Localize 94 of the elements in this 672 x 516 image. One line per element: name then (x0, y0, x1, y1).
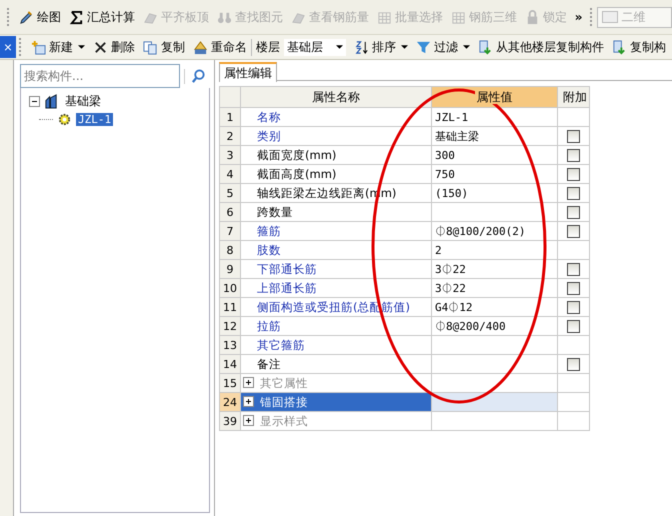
property-value[interactable]: (150) (432, 184, 558, 202)
caret-icon (336, 45, 343, 49)
property-name: 备注 (240, 354, 432, 374)
property-name: 下部通长筋 (240, 260, 432, 278)
column-header: 属性名称 (240, 86, 432, 108)
property-name: 跨数量 (240, 202, 432, 222)
search-icon (184, 68, 206, 84)
checkbox[interactable] (567, 148, 580, 162)
property-value[interactable]: 3⏀22 (432, 260, 558, 278)
toolbar-button[interactable]: 排序 (350, 38, 412, 56)
toolbar-button[interactable]: 从其他楼层复制构件 (474, 38, 608, 56)
copy-icon (143, 40, 158, 54)
row-number: 13 (220, 336, 240, 354)
property-name: 拉筋 (240, 316, 432, 336)
property-value[interactable]: 750 (432, 164, 558, 184)
row-number: 8 (220, 240, 240, 260)
gear-icon (57, 112, 72, 126)
filter-icon (416, 40, 431, 54)
toolbar-button[interactable]: 复制构 (608, 38, 670, 56)
property-name: 肢数 (240, 240, 432, 260)
property-name: 类别 (240, 126, 432, 146)
checkbox[interactable] (567, 320, 580, 332)
checkbox[interactable] (567, 262, 580, 276)
close-button[interactable]: × (0, 36, 16, 58)
row-number: 5 (220, 184, 240, 202)
expand-icon[interactable] (243, 376, 254, 388)
row-number: 3 (220, 146, 240, 164)
checkbox[interactable] (567, 300, 580, 314)
search-field[interactable]: 搜索构件... (20, 64, 180, 88)
property-value[interactable]: ⏀8@200/400 (432, 316, 558, 336)
pen-icon (18, 10, 34, 24)
toolbar-button[interactable]: 复制 (139, 38, 189, 56)
row-number: 4 (220, 164, 240, 184)
property-value[interactable]: JZL-1 (432, 108, 558, 126)
row-number: 1 (220, 108, 240, 126)
checkbox[interactable] (567, 186, 580, 200)
row-number: 9 (220, 260, 240, 278)
toolbar-button[interactable]: 过滤 (412, 38, 474, 56)
checkbox[interactable] (567, 282, 580, 294)
grid-icon (376, 10, 392, 24)
checkbox[interactable] (567, 206, 580, 218)
checkbox[interactable] (567, 224, 580, 238)
property-name: 箍筋 (240, 222, 432, 240)
row-number: 39 (220, 412, 240, 430)
expand-icon[interactable] (243, 396, 254, 406)
row-number: 7 (220, 222, 240, 240)
floor-dropdown[interactable]: 基础层 (284, 38, 346, 56)
sigma-icon (68, 10, 84, 24)
sort-icon (354, 40, 369, 54)
toolbar-button[interactable]: 新建 (27, 38, 89, 56)
tree-item[interactable]: 基础梁 (63, 92, 103, 110)
checkbox[interactable] (567, 358, 580, 370)
property-value[interactable] (432, 354, 558, 374)
property-value[interactable]: 3⏀22 (432, 278, 558, 298)
group-row[interactable]: 显示样式 (240, 412, 432, 430)
checkbox[interactable] (567, 130, 580, 142)
tree-item[interactable]: JZL-1 (76, 112, 114, 126)
toolbar-button[interactable]: 删除 (89, 38, 139, 56)
row-number: 12 (220, 316, 240, 336)
cross-icon (93, 40, 108, 54)
property-value[interactable]: ⏀8@100/200(2) (432, 222, 558, 240)
toolbar-button[interactable]: 重命名 (189, 38, 251, 56)
row-number: 14 (220, 354, 240, 374)
toolbar-button[interactable]: 绘图 (14, 8, 65, 26)
property-value[interactable] (432, 202, 558, 222)
property-name: 其它箍筋 (240, 336, 432, 354)
property-value[interactable]: 2 (432, 240, 558, 260)
row-number: 15 (220, 374, 240, 392)
toolbar-button[interactable]: 汇总计算 (64, 8, 139, 26)
property-value[interactable]: G4⏀12 (432, 298, 558, 316)
row-number: 24 (220, 392, 240, 412)
new-icon (31, 40, 46, 54)
property-value[interactable]: 基础主梁 (432, 126, 558, 146)
property-name: 上部通长筋 (240, 278, 432, 298)
column-header: 属性值 (432, 86, 558, 108)
row-number: 6 (220, 202, 240, 222)
group-row[interactable]: 锚固搭接 (240, 392, 432, 412)
collapse-icon[interactable] (29, 96, 40, 106)
property-name: 截面高度(mm) (240, 164, 432, 184)
tab[interactable]: 属性编辑 (219, 62, 277, 82)
checkbox[interactable] (567, 168, 580, 180)
property-name: 截面宽度(mm) (240, 146, 432, 164)
row-number: 11 (220, 298, 240, 316)
property-value[interactable] (432, 336, 558, 354)
property-value[interactable]: 300 (432, 146, 558, 164)
grid-icon (450, 10, 466, 24)
row-number: 2 (220, 126, 240, 146)
property-name: 名称 (240, 108, 432, 126)
column-header: 附加 (558, 86, 590, 108)
row-number: 10 (220, 278, 240, 298)
overflow-button[interactable]: » (570, 10, 587, 24)
beam-icon (44, 94, 59, 108)
rename-icon (193, 40, 208, 54)
expand-icon[interactable] (243, 414, 254, 426)
